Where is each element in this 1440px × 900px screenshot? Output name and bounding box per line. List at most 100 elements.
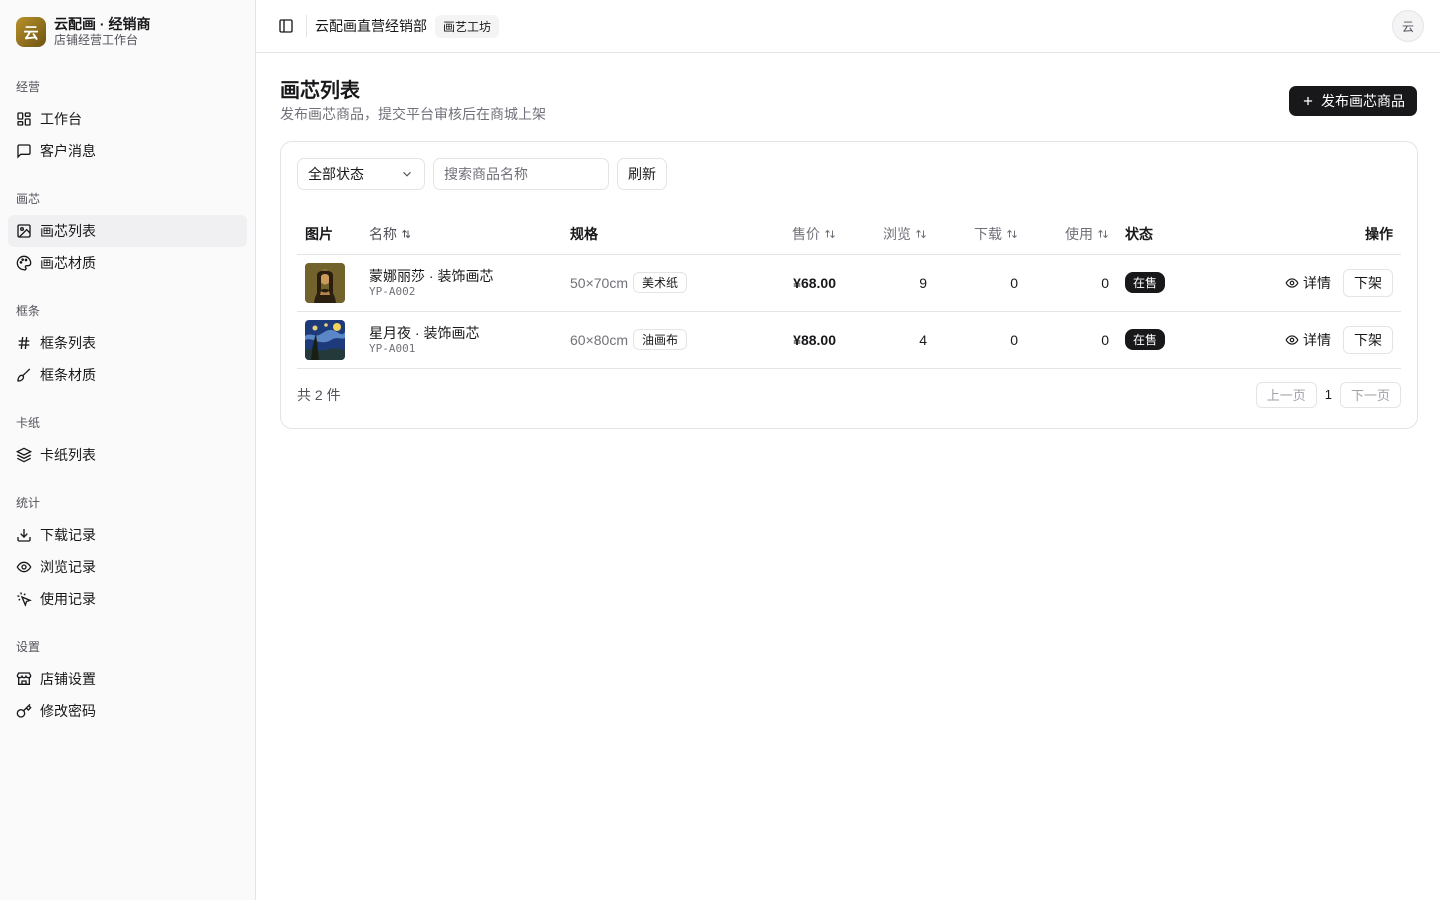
nav-group-label: 设置 [16,640,41,654]
next-page-button[interactable]: 下一页 [1339,381,1401,408]
detail-button-label: 详情 [1303,274,1331,291]
prev-page-button[interactable]: 上一页 [1255,381,1317,408]
col-header-downloads-label: 下载 [974,225,1002,242]
col-header-views[interactable]: 浏览 [844,214,935,254]
sidebar-item-downloads[interactable]: 下载记录 [8,519,247,551]
filter-toolbar: 全部状态 刷新 [297,158,1401,190]
avatar[interactable]: 云 [1392,10,1424,42]
brand-logo: 云 [16,17,46,47]
artwork-size: 50×70cm [570,274,628,291]
nav-group-frame: 框条 框条列表 框条材质 [0,303,255,391]
nav-group-label: 卡纸 [16,416,41,430]
sidebar-item-change-password[interactable]: 修改密码 [8,695,247,727]
col-header-name[interactable]: 名称 [361,214,562,254]
col-header-views-label: 浏览 [883,225,911,242]
status-filter-select[interactable]: 全部状态 [297,158,425,190]
page-header: 画芯列表 发布画芯商品，提交平台审核后在商城上架 发布画芯商品 [280,77,1417,141]
status-filter-value: 全部状态 [308,166,364,182]
sidebar-toggle-button[interactable] [272,12,300,40]
dashboard-icon [17,112,31,126]
detail-button[interactable]: 详情 [1285,330,1331,350]
image-icon [17,224,31,238]
download-icon [17,529,31,542]
sidebar-item-frame-material[interactable]: 框条材质 [8,359,247,391]
publish-artwork-button[interactable]: 发布画芯商品 [1289,86,1417,116]
sidebar-toggle-icon [279,19,293,33]
total-count: 共 2 件 [297,386,341,403]
sidebar-item-usage[interactable]: 使用记录 [8,583,247,615]
artwork-size: 60×80cm [570,331,628,348]
pagination: 上一页 1 下一页 [1255,381,1401,408]
artwork-downloads: 0 [1010,331,1018,348]
artwork-views: 9 [919,274,927,291]
unlist-button[interactable]: 下架 [1343,325,1393,354]
table-row: 星月夜 · 装饰画芯 YP-A001 60×80cm 油画布 ¥88.00 4 0… [297,311,1401,368]
unlist-button[interactable]: 下架 [1343,268,1393,297]
nav-group-artwork: 画芯 画芯列表 画芯材质 [0,191,255,279]
sort-icon [825,229,835,238]
topbar-divider [306,15,307,37]
sidebar-item-artwork-list[interactable]: 画芯列表 [8,215,247,247]
sidebar-item-label: 下载记录 [40,527,96,543]
sidebar-item-mat-list[interactable]: 卡纸列表 [8,439,247,471]
search-input[interactable] [433,158,609,190]
col-header-downloads[interactable]: 下载 [935,214,1026,254]
key-icon [16,703,32,718]
page-title: 画芯列表 [280,80,360,102]
sort-icon [1007,229,1017,238]
sidebar-item-label: 框条材质 [40,367,96,383]
sidebar-item-label: 店铺设置 [40,671,96,687]
sidebar-item-frame-list[interactable]: 框条列表 [8,327,247,359]
sidebar-item-label: 工作台 [40,111,82,127]
topbar: 云配画直营经销部 画艺工坊 云 [256,0,1440,53]
artwork-name: 蒙娜丽莎 · 装饰画芯 [369,267,494,284]
detail-button[interactable]: 详情 [1285,273,1331,293]
publish-button-label: 发布画芯商品 [1321,93,1405,109]
col-header-price[interactable]: 售价 [718,214,844,254]
refresh-button[interactable]: 刷新 [617,158,667,190]
artwork-code: YP-A002 [369,284,416,298]
material-tag: 油画布 [632,329,687,350]
brand-subtitle: 店铺经营工作台 [54,33,139,47]
main-area: 云配画直营经销部 画艺工坊 云 画芯列表 发布画芯商品，提交平台审核后在商城上架… [256,0,1440,900]
status-badge: 在售 [1125,272,1166,293]
sidebar-item-messages[interactable]: 客户消息 [8,135,247,167]
nav-group-operations: 经营 工作台 客户消息 [0,79,255,167]
sidebar-item-artwork-material[interactable]: 画芯材质 [8,247,247,279]
artwork-name: 星月夜 · 装饰画芯 [369,324,480,341]
sidebar-item-label: 框条列表 [40,335,96,351]
sidebar-item-label: 画芯列表 [40,223,96,239]
shop-name: 云配画直营经销部 [315,18,427,34]
nav-group-label: 统计 [16,496,41,510]
col-header-uses-label: 使用 [1065,225,1093,242]
content: 画芯列表 发布画芯商品，提交平台审核后在商城上架 发布画芯商品 全部状态 刷新 [256,53,1440,429]
artwork-downloads: 0 [1010,274,1018,291]
artwork-list-card: 全部状态 刷新 图片 名称 规格 售价 [280,141,1418,429]
nav-group-mat: 卡纸 卡纸列表 [0,415,255,471]
eye-icon [16,561,32,573]
artwork-thumbnail-starry-night [305,319,345,360]
nav-group-label: 画芯 [16,192,41,206]
message-icon [17,144,31,159]
sidebar-item-label: 修改密码 [40,703,96,719]
sidebar-item-dashboard[interactable]: 工作台 [8,103,247,135]
brand-title: 云配画 · 经销商 [54,16,151,32]
sort-icon [1098,229,1108,238]
col-header-spec: 规格 [570,225,598,242]
artwork-uses: 0 [1101,331,1109,348]
artwork-table: 图片 名称 规格 售价 浏览 下载 使用 状态 操作 蒙娜丽莎 · 装饰画芯 Y… [297,214,1401,369]
pointer-icon [17,592,32,607]
artwork-code: YP-A001 [369,341,416,355]
sidebar-item-views[interactable]: 浏览记录 [8,551,247,583]
page-description: 发布画芯商品，提交平台审核后在商城上架 [280,106,546,122]
sort-icon [402,229,411,238]
col-header-actions: 操作 [1365,225,1393,242]
material-tag: 美术纸 [632,272,687,293]
sidebar-item-label: 使用记录 [40,591,96,607]
chevron-down-icon [403,171,411,177]
table-header-row: 图片 名称 规格 售价 浏览 下载 使用 状态 操作 [297,214,1401,254]
sidebar-item-store-settings[interactable]: 店铺设置 [8,663,247,695]
col-header-status: 状态 [1125,225,1153,242]
col-header-uses[interactable]: 使用 [1026,214,1117,254]
artwork-thumbnail-mona-lisa [305,262,345,303]
